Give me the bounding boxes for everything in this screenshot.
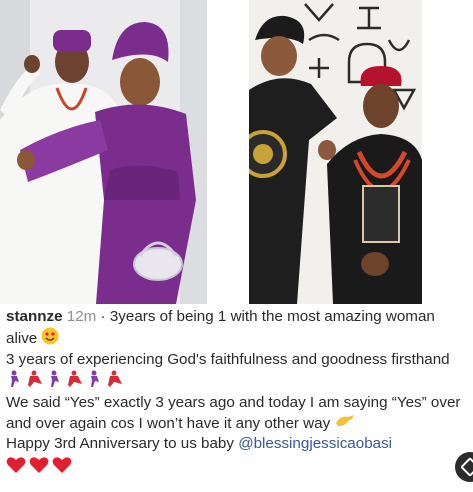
couple-traditional-image <box>249 0 422 304</box>
caption-text-3: We said “Yes” exactly 3 years ago and to… <box>6 394 461 432</box>
couple-photo-right[interactable] <box>249 0 422 304</box>
caption-line-1: stannze 12m · 3years of being 1 with the… <box>6 307 466 350</box>
pinching-hand-emoji-icon <box>334 413 356 435</box>
post-time: 12m <box>66 308 97 325</box>
mention-link[interactable]: @blessingjessicaobasi <box>238 435 392 452</box>
dancers-emoji-icon <box>6 370 124 394</box>
caption-text-2: 3 years of experiencing God's faithfulne… <box>6 351 450 368</box>
username[interactable]: stannze <box>6 308 63 325</box>
share-button[interactable] <box>455 452 473 482</box>
red-heart-icon <box>6 456 26 473</box>
caption-text-4: Happy 3rd Anniversary to us baby <box>6 435 234 452</box>
caption-line-4: Happy 3rd Anniversary to us baby @blessi… <box>6 434 466 454</box>
caption-line-3: We said “Yes” exactly 3 years ago and to… <box>6 393 466 434</box>
red-heart-icon <box>29 456 49 473</box>
red-heart-icon <box>52 456 72 473</box>
hearts-row <box>6 456 466 474</box>
couple-photo-left[interactable] <box>0 0 207 304</box>
photo-strip <box>0 0 473 306</box>
couple-purple-image <box>0 0 207 304</box>
caption-line-2: 3 years of experiencing God's faithfulne… <box>6 350 466 393</box>
post-caption: stannze 12m · 3years of being 1 with the… <box>6 307 466 474</box>
heart-eyes-emoji-icon <box>41 327 59 351</box>
